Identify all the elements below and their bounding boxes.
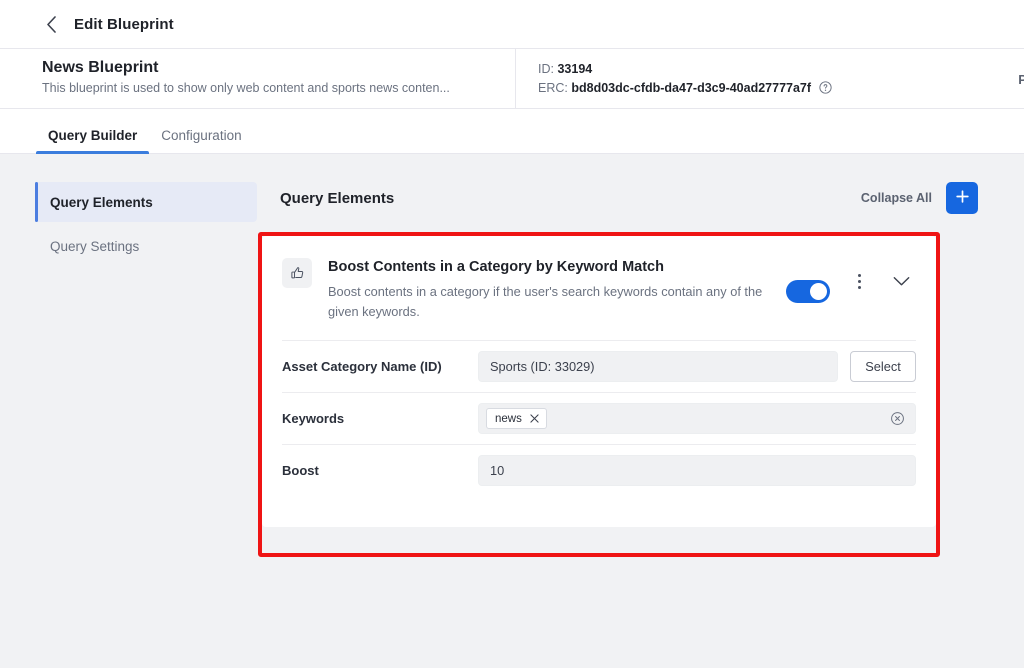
plus-icon — [955, 189, 970, 207]
help-circle-icon[interactable] — [818, 81, 832, 100]
app-root: Edit Blueprint News Blueprint This bluep… — [0, 0, 1024, 668]
back-chevron-left-icon[interactable] — [42, 15, 60, 33]
card-header: Boost Contents in a Category by Keyword … — [262, 236, 936, 322]
collapse-all-button[interactable]: Collapse All — [861, 191, 932, 205]
blueprint-id-row: ID: 33194 — [538, 60, 1008, 79]
blueprint-erc-value: bd8d03dc-cfdb-da47-d3c9-40ad27777a7f — [571, 81, 812, 95]
sidebar-item-query-elements[interactable]: Query Elements — [35, 182, 257, 222]
page-title: Edit Blueprint — [74, 15, 174, 33]
keywords-input[interactable]: news — [478, 403, 916, 434]
field-row-boost: Boost 10 — [262, 445, 936, 496]
field-control: 10 — [478, 455, 916, 486]
kebab-dot — [858, 280, 861, 283]
blueprint-erc-row: ERC: bd8d03dc-cfdb-da47-d3c9-40ad27777a7… — [538, 79, 1008, 100]
enable-toggle[interactable] — [786, 280, 830, 303]
blueprint-header: News Blueprint This blueprint is used to… — [0, 49, 1024, 109]
remove-keyword-icon[interactable] — [530, 414, 539, 423]
keyword-chip-label: news — [495, 412, 522, 425]
content-header: Query Elements Collapse All — [280, 178, 978, 218]
tab-query-builder[interactable]: Query Builder — [36, 128, 150, 154]
field-control: news — [478, 403, 916, 434]
blueprint-description: This blueprint is used to show only web … — [42, 81, 450, 95]
add-query-element-button[interactable] — [946, 182, 978, 214]
sidebar: Query Elements Query Settings — [0, 154, 258, 667]
blueprint-meta: ID: 33194 ERC: bd8d03dc-cfdb-da47-d3c9-4… — [516, 49, 1008, 108]
content-actions: Collapse All — [861, 182, 978, 214]
chevron-down-icon[interactable] — [889, 270, 914, 296]
boost-input[interactable]: 10 — [478, 455, 916, 486]
query-element-card: Boost Contents in a Category by Keyword … — [262, 236, 936, 527]
card-header-actions — [786, 256, 914, 322]
kebab-menu-icon[interactable] — [852, 270, 867, 293]
card-description: Boost contents in a category if the user… — [328, 284, 763, 319]
blueprint-id-label: ID: — [538, 62, 554, 76]
select-category-button[interactable]: Select — [850, 351, 916, 382]
blueprint-header-actions: Previ — [1008, 49, 1024, 108]
tab-configuration[interactable]: Configuration — [149, 128, 253, 154]
blueprint-identity: News Blueprint This blueprint is used to… — [0, 49, 516, 108]
field-control: Sports (ID: 33029) Select — [478, 351, 916, 382]
card-title: Boost Contents in a Category by Keyword … — [328, 259, 664, 275]
field-label: Boost — [282, 463, 319, 478]
card-header-text: Boost Contents in a Category by Keyword … — [328, 256, 776, 322]
asset-category-input[interactable]: Sports (ID: 33029) — [478, 351, 838, 382]
field-row-asset-category: Asset Category Name (ID) Sports (ID: 330… — [262, 341, 936, 392]
page-body: Query Elements Query Settings Query Elem… — [0, 154, 1024, 667]
main-content: Query Elements Collapse All Boost Conten… — [258, 154, 1024, 667]
clear-circle-icon[interactable] — [890, 411, 907, 426]
kebab-dot — [858, 274, 861, 277]
field-row-keywords: Keywords news — [262, 393, 936, 444]
preview-button[interactable]: Previ — [1008, 66, 1024, 93]
section-title: Query Elements — [280, 189, 395, 207]
sidebar-item-query-settings[interactable]: Query Settings — [35, 226, 257, 266]
blueprint-name: News Blueprint — [42, 59, 159, 76]
highlight-annotation: Boost Contents in a Category by Keyword … — [258, 232, 940, 557]
field-label: Keywords — [282, 411, 345, 426]
thumbs-up-icon — [282, 258, 312, 288]
card-footer — [262, 496, 936, 524]
field-label: Asset Category Name (ID) — [282, 359, 442, 374]
sidebar-item-label: Query Elements — [50, 194, 153, 210]
topbar: Edit Blueprint — [0, 0, 1024, 49]
kebab-dot — [858, 286, 861, 289]
keyword-chip[interactable]: news — [486, 408, 547, 429]
blueprint-id-value: 33194 — [557, 62, 593, 76]
sidebar-item-label: Query Settings — [50, 238, 140, 254]
tabbar: Query Builder Configuration — [0, 109, 1024, 154]
toggle-knob — [810, 283, 827, 300]
blueprint-erc-label: ERC: — [538, 81, 568, 95]
